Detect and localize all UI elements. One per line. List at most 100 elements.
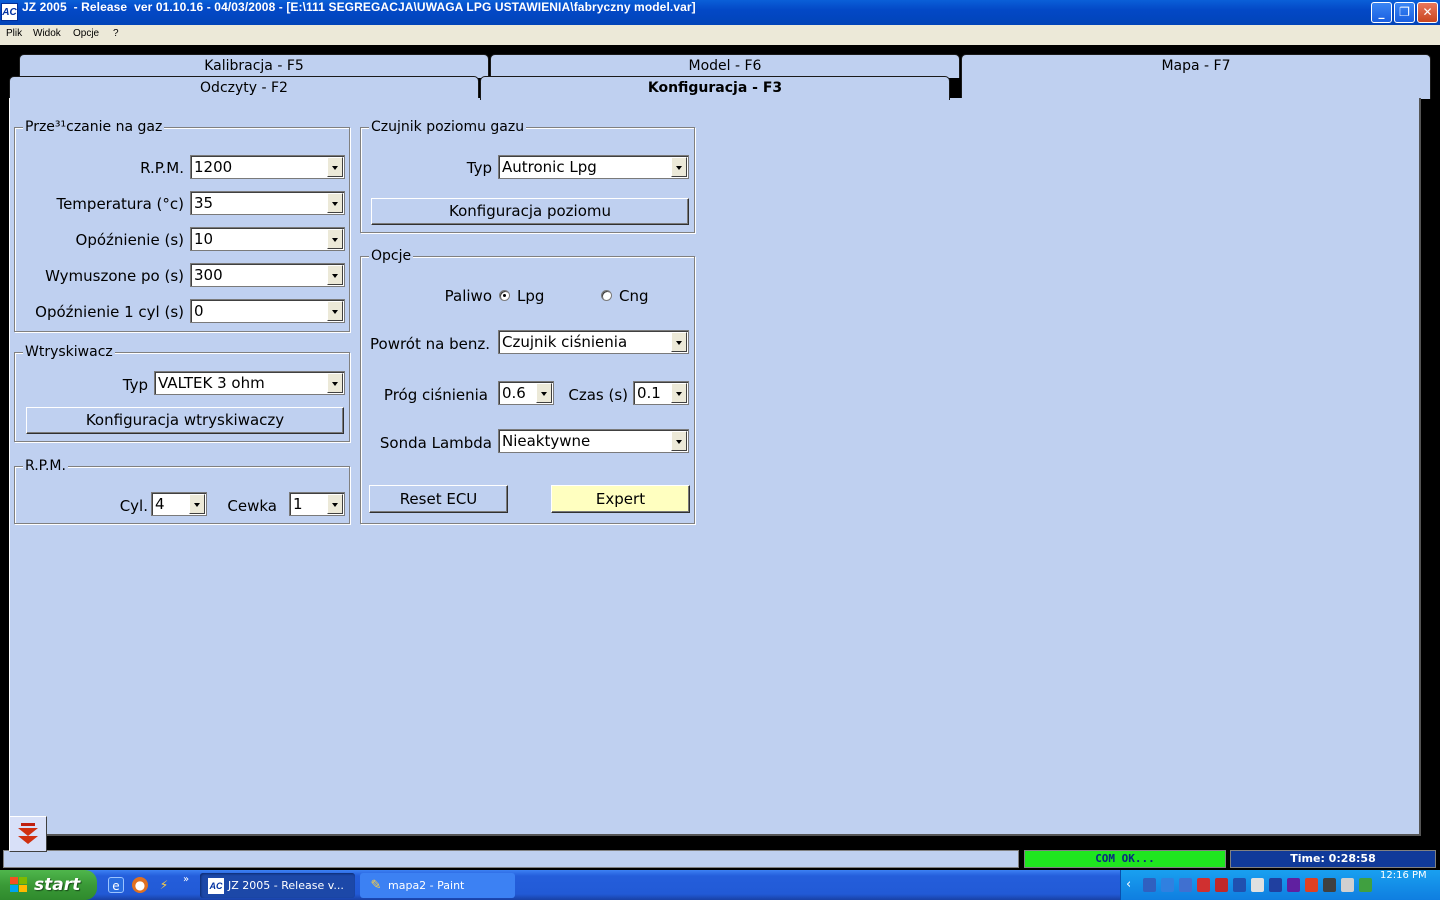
- fuel-cng-label[interactable]: Cng: [619, 287, 649, 305]
- quicklaunch-icon[interactable]: ⚡: [156, 877, 172, 893]
- coil-select[interactable]: 1: [289, 492, 345, 516]
- ie-icon[interactable]: e: [108, 877, 124, 893]
- app-tray-icon[interactable]: [1287, 878, 1300, 892]
- status-message-field: [3, 850, 1019, 868]
- start-button[interactable]: start: [0, 870, 97, 900]
- tab-odczyty[interactable]: Odczyty - F2: [9, 76, 479, 100]
- rpm-group-title: R.P.M.: [23, 458, 68, 474]
- tab-model[interactable]: Model - F6: [490, 54, 960, 78]
- fuel-cng-radio[interactable]: [601, 290, 612, 301]
- rpm-group: R.P.M. Cyl. 4 Cewka 1: [14, 458, 350, 524]
- fuel-lpg-radio[interactable]: [499, 290, 510, 301]
- task-paint[interactable]: ✎ mapa2 - Paint: [360, 873, 515, 898]
- temperature-value: 35: [194, 194, 214, 212]
- restore-button[interactable]: ❐: [1394, 2, 1415, 23]
- app-icon: AC: [1, 3, 18, 21]
- rpm-value: 1200: [194, 158, 233, 176]
- sensor-type-select[interactable]: Autronic Lpg: [498, 155, 689, 179]
- device-icon[interactable]: [1341, 878, 1354, 892]
- fuel-label: Paliwo: [444, 287, 492, 305]
- chevron-down-icon[interactable]: [671, 332, 687, 352]
- collapse-button[interactable]: [9, 816, 47, 852]
- reset-ecu-button[interactable]: Reset ECU: [369, 485, 508, 513]
- error-icon[interactable]: [1215, 878, 1228, 892]
- pressure-threshold-value: 0.6: [502, 384, 526, 402]
- cylinder-select[interactable]: 4: [151, 492, 207, 516]
- fuel-lpg-label[interactable]: Lpg: [517, 287, 544, 305]
- delay-1cyl-value: 0: [194, 302, 204, 320]
- sensor-type-value: Autronic Lpg: [502, 158, 597, 176]
- temperature-select[interactable]: 35: [190, 191, 345, 215]
- bluetooth-icon[interactable]: [1233, 878, 1246, 892]
- chevron-down-icon[interactable]: [671, 383, 687, 403]
- chevron-down-icon[interactable]: [189, 494, 205, 514]
- configuration-panel: Prze³¹czanie na gaz R.P.M. 1200 Temperat…: [9, 98, 1421, 836]
- network-icon[interactable]: [1143, 878, 1156, 892]
- forced-after-value: 300: [194, 266, 223, 284]
- delay-1cyl-select[interactable]: 0: [190, 299, 345, 323]
- task-paint-label: mapa2 - Paint: [388, 879, 465, 892]
- sync-icon[interactable]: [1359, 878, 1372, 892]
- network-icon[interactable]: [1179, 878, 1192, 892]
- chevron-down-icon[interactable]: [671, 431, 687, 451]
- injector-type-value: VALTEK 3 ohm: [158, 374, 265, 392]
- minimize-button[interactable]: _: [1371, 2, 1392, 23]
- quicklaunch-more-icon[interactable]: »: [178, 872, 194, 888]
- chevron-down-icon[interactable]: [327, 265, 343, 285]
- task-jz2005[interactable]: AC JZ 2005 - Release v...: [200, 873, 355, 898]
- pressure-threshold-select[interactable]: 0.6: [498, 381, 554, 405]
- chevron-down-icon[interactable]: [327, 193, 343, 213]
- chevron-down-icon[interactable]: [327, 373, 343, 393]
- windows-logo-icon: [10, 877, 28, 893]
- com-status: COM OK...: [1024, 850, 1226, 868]
- tray-expand-icon[interactable]: ‹: [1126, 878, 1139, 892]
- security-icon[interactable]: [1197, 878, 1210, 892]
- injector-config-button[interactable]: Konfiguracja wtryskiwaczy: [26, 407, 344, 434]
- restore-icon: ❐: [1399, 5, 1410, 19]
- injector-type-select[interactable]: VALTEK 3 ohm: [154, 371, 345, 395]
- delay-value: 10: [194, 230, 214, 248]
- display-icon[interactable]: [1323, 878, 1336, 892]
- delay-select[interactable]: 10: [190, 227, 345, 251]
- shield-icon[interactable]: [1269, 878, 1282, 892]
- level-config-button[interactable]: Konfiguracja poziomu: [371, 198, 689, 225]
- firefox-icon[interactable]: ●: [132, 877, 148, 893]
- tab-mapa[interactable]: Mapa - F7: [961, 54, 1431, 99]
- tab-kalibracja[interactable]: Kalibracja - F5: [19, 54, 489, 78]
- chevron-down-icon[interactable]: [671, 157, 687, 177]
- pressure-threshold-label: Próg ciśnienia: [383, 386, 488, 404]
- chevron-down-icon[interactable]: [327, 157, 343, 177]
- double-chevron-down-icon: [18, 823, 38, 844]
- lambda-probe-select[interactable]: Nieaktywne: [498, 429, 689, 453]
- menu-view[interactable]: Widok: [33, 28, 61, 39]
- forced-after-label: Wymuszone po (s): [45, 267, 184, 285]
- gas-level-sensor-group: Czujnik poziomu gazu Typ Autronic Lpg Ko…: [360, 119, 695, 233]
- window-title: JZ 2005 - Release ver 01.10.16 - 04/03/2…: [22, 0, 696, 14]
- menu-options[interactable]: Opcje: [73, 28, 99, 39]
- close-button[interactable]: ✕: [1417, 2, 1438, 23]
- expert-button[interactable]: Expert: [551, 485, 690, 513]
- tab-konfiguracja[interactable]: Konfiguracja - F3: [480, 76, 950, 100]
- rpm-label: R.P.M.: [140, 159, 184, 177]
- menu-file[interactable]: Plik: [6, 28, 22, 39]
- delay-label: Opóźnienie (s): [75, 231, 184, 249]
- menu-help[interactable]: ?: [113, 28, 119, 39]
- forced-after-select[interactable]: 300: [190, 263, 345, 287]
- coil-value: 1: [293, 495, 303, 513]
- chevron-down-icon[interactable]: [327, 494, 343, 514]
- coil-label: Cewka: [227, 497, 277, 515]
- paint-icon: ✎: [370, 878, 382, 893]
- time-select[interactable]: 0.1: [633, 381, 689, 405]
- network-icon[interactable]: [1161, 878, 1174, 892]
- chevron-down-icon[interactable]: [536, 383, 552, 403]
- rpm-select[interactable]: 1200: [190, 155, 345, 179]
- chevron-down-icon[interactable]: [327, 301, 343, 321]
- return-to-petrol-select[interactable]: Czujnik ciśnienia: [498, 330, 689, 354]
- title-bar: AC JZ 2005 - Release ver 01.10.16 - 04/0…: [0, 0, 1440, 25]
- lambda-probe-value: Nieaktywne: [502, 432, 591, 450]
- alert-icon[interactable]: [1305, 878, 1318, 892]
- clock: 12:16 PM: [1380, 870, 1427, 881]
- chevron-down-icon[interactable]: [327, 229, 343, 249]
- volume-icon[interactable]: [1251, 878, 1264, 892]
- return-to-petrol-value: Czujnik ciśnienia: [502, 333, 628, 351]
